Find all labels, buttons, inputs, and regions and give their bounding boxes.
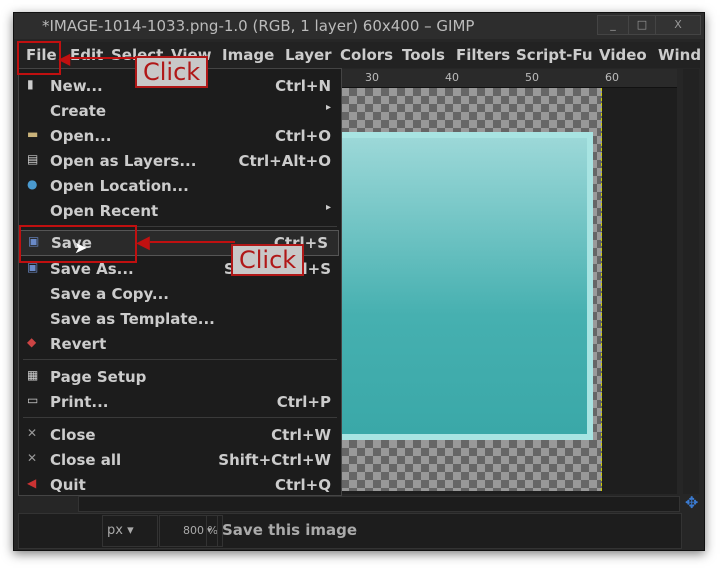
menu-item-revert[interactable]: ◆ Revert (19, 332, 341, 356)
menu-item-open-location[interactable]: ● Open Location... (19, 174, 341, 198)
layers-icon: ▤ (27, 152, 39, 166)
menu-item-print[interactable]: ▭ Print... Ctrl+P (19, 390, 341, 414)
click-callout: Click (231, 244, 305, 276)
image-canvas[interactable] (341, 88, 677, 494)
vertical-scrollbar[interactable] (683, 69, 699, 494)
shortcut: Ctrl+Alt+O (238, 152, 331, 170)
menu-item-quit[interactable]: ◀ Quit Ctrl+Q (19, 473, 341, 497)
ruler-label: 30 (365, 71, 379, 84)
close-icon: ✕ (27, 451, 38, 465)
menu-colors[interactable]: Colors (340, 46, 393, 64)
shortcut: Ctrl+O (274, 127, 331, 145)
menu-tools[interactable]: Tools (402, 46, 445, 64)
menu-item-label: Quit (50, 476, 86, 494)
menu-separator (23, 417, 337, 418)
window-title: *IMAGE-1014-1033.png-1.0 (RGB, 1 layer) … (42, 17, 475, 35)
zoom-dropdown-icon[interactable]: ▾ (206, 515, 218, 547)
menu-item-label: Open Recent (50, 202, 159, 220)
click-callout: Click (135, 56, 209, 88)
revert-icon: ◆ (27, 335, 37, 349)
menu-item-label: Open... (50, 127, 112, 145)
horizontal-ruler: 30 40 50 60 (341, 69, 677, 88)
menu-item-label: Revert (50, 335, 107, 353)
shortcut: Ctrl+P (276, 393, 331, 411)
menu-item-save-template[interactable]: Save as Template... (19, 307, 341, 331)
menu-item-label: Open as Layers... (50, 152, 197, 170)
title-bar: *IMAGE-1014-1033.png-1.0 (RGB, 1 layer) … (14, 13, 704, 39)
menu-item-label: Close all (50, 451, 122, 469)
menu-item-create[interactable]: Create ▸ (19, 99, 341, 123)
menu-image[interactable]: Image (222, 46, 274, 64)
unit-value: px (107, 523, 123, 538)
annotation-arrow (150, 241, 235, 243)
menu-item-close-all[interactable]: ✕ Close all Shift+Ctrl+W (19, 448, 341, 472)
arrow-head-icon: ◀ (58, 49, 71, 68)
submenu-arrow-icon: ▸ (325, 102, 331, 113)
shortcut: Ctrl+Q (274, 476, 331, 494)
quit-icon: ◀ (27, 476, 37, 490)
shortcut: Ctrl+N (275, 77, 331, 95)
horizontal-scrollbar[interactable] (78, 496, 680, 512)
minimize-button[interactable]: _ (597, 15, 629, 35)
menu-item-save-copy[interactable]: Save a Copy... (19, 282, 341, 306)
highlight-file-menu (17, 41, 61, 75)
status-bar: px ▾ 800 % ▾ Save this image (18, 513, 682, 549)
menu-item-open-recent[interactable]: Open Recent ▸ (19, 199, 341, 223)
menu-script-fu[interactable]: Script-Fu (516, 46, 593, 64)
arrow-head-icon: ◀ (136, 232, 150, 253)
menu-item-label: New... (50, 77, 103, 95)
submenu-arrow-icon: ▸ (325, 202, 331, 213)
close-icon: ✕ (27, 426, 38, 440)
shortcut: Ctrl+W (271, 426, 331, 444)
annotation-arrow (70, 57, 138, 59)
menu-bar: File Edit Select View Image Layer Colors… (18, 42, 701, 68)
menu-item-label: Create (50, 102, 107, 120)
menu-item-label: Open Location... (50, 177, 189, 195)
menu-filters[interactable]: Filters (456, 46, 510, 64)
menu-item-label: Print... (50, 393, 109, 411)
ruler-label: 40 (445, 71, 459, 84)
menu-edit[interactable]: Edit (70, 46, 103, 64)
menu-item-open[interactable]: ▬ Open... Ctrl+O (19, 124, 341, 148)
menu-item-open-as-layers[interactable]: ▤ Open as Layers... Ctrl+Alt+O (19, 149, 341, 173)
menu-item-label: Close (50, 426, 96, 444)
page-setup-icon: ▦ (27, 368, 39, 382)
menu-item-label: Save a Copy... (50, 285, 169, 303)
close-window-button[interactable]: X (655, 15, 701, 35)
shortcut: Shift+Ctrl+W (218, 451, 331, 469)
printer-icon: ▭ (27, 393, 39, 407)
navigate-icon[interactable]: ✥ (685, 493, 698, 512)
status-message: Save this image (222, 521, 358, 539)
new-file-icon: ▮ (27, 77, 34, 91)
folder-icon: ▬ (27, 127, 39, 141)
unit-select[interactable]: px ▾ (102, 515, 158, 547)
ruler-label: 60 (605, 71, 619, 84)
menu-item-label: Page Setup (50, 368, 147, 386)
menu-video[interactable]: Video (599, 46, 647, 64)
menu-item-label: Save as Template... (50, 310, 215, 328)
image-content (341, 132, 593, 440)
file-menu: ▮ New... Ctrl+N Create ▸ ▬ Open... Ctrl+O ▤ Op… (18, 68, 342, 496)
menu-separator (23, 359, 337, 360)
menu-windows[interactable]: Wind (658, 46, 701, 64)
menu-item-page-setup[interactable]: ▦ Page Setup (19, 365, 341, 389)
maximize-button[interactable]: □ (628, 15, 656, 35)
mouse-cursor-icon: ➤ (74, 238, 88, 257)
globe-icon: ● (27, 177, 38, 191)
menu-item-close[interactable]: ✕ Close Ctrl+W (19, 423, 341, 447)
menu-layer[interactable]: Layer (285, 46, 332, 64)
ruler-label: 50 (525, 71, 539, 84)
